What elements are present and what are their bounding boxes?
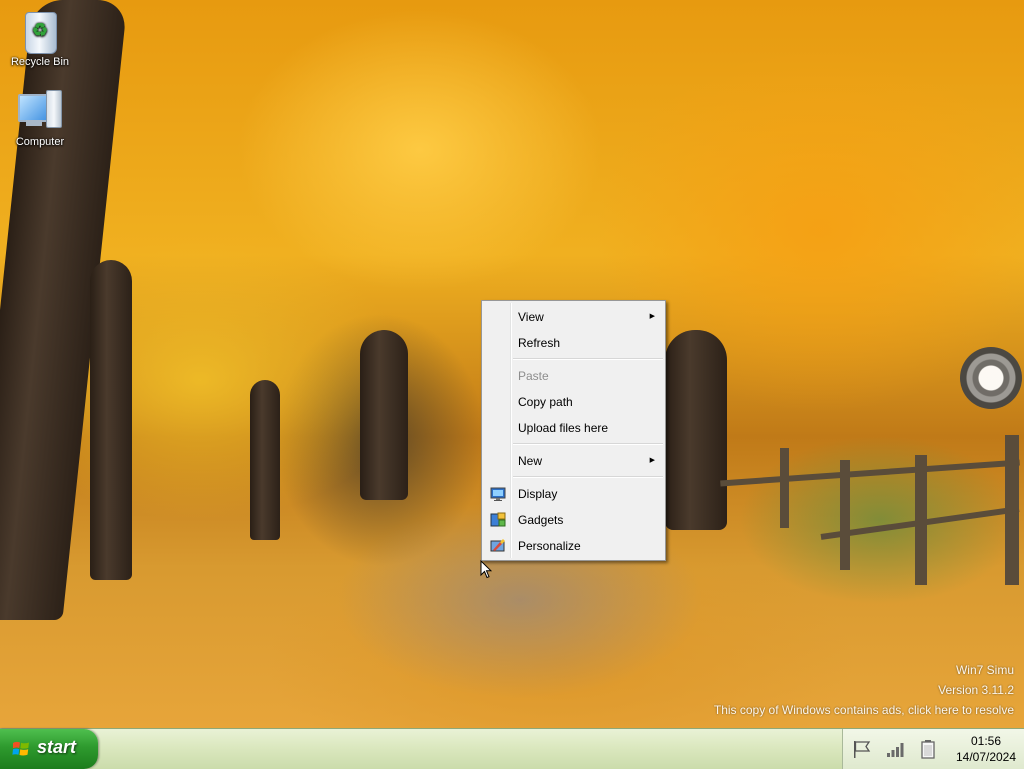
- wallpaper-tree-trunk: [90, 260, 132, 580]
- battery-icon[interactable]: [917, 739, 939, 759]
- assistive-touch-button[interactable]: [960, 347, 1022, 409]
- menu-item-label: New: [518, 454, 543, 468]
- personalize-icon: [490, 539, 505, 552]
- menu-item-view[interactable]: View ▶: [484, 306, 663, 328]
- wallpaper-fence-post: [1005, 435, 1019, 585]
- menu-item-new[interactable]: New ▶: [484, 450, 663, 472]
- menu-item-copy-path[interactable]: Copy path: [484, 391, 663, 413]
- desktop-icon-label: Recycle Bin: [10, 56, 70, 68]
- gadgets-icon: [490, 512, 506, 527]
- notification-area: 01:56 14/07/2024: [842, 729, 1024, 769]
- menu-item-gadgets[interactable]: Gadgets: [484, 509, 663, 531]
- menu-item-personalize[interactable]: Personalize: [484, 535, 663, 557]
- submenu-arrow-icon: ▶: [649, 457, 655, 464]
- menu-item-label: Copy path: [518, 395, 573, 409]
- computer-icon: [16, 86, 64, 134]
- start-label: start: [37, 737, 77, 757]
- menu-separator: [513, 443, 663, 445]
- menu-item-label: Paste: [518, 369, 549, 383]
- taskbar: start 01:56 14/07/2024: [0, 728, 1024, 769]
- wallpaper-fence-post: [840, 460, 850, 570]
- desktop-context-menu: View ▶ Refresh Paste Copy path Upload fi…: [481, 300, 666, 561]
- desktop-icon-recycle-bin[interactable]: ♻ Recycle Bin: [2, 6, 78, 68]
- menu-item-label: Upload files here: [518, 421, 609, 435]
- clock-date: 14/07/2024: [955, 750, 1017, 764]
- desktop-icon-label: Computer: [15, 136, 65, 148]
- mouse-cursor-icon: [480, 560, 492, 579]
- menu-item-refresh[interactable]: Refresh: [484, 332, 663, 354]
- desktop-icon-computer[interactable]: Computer: [2, 86, 78, 148]
- system-clock[interactable]: 01:56 14/07/2024: [947, 733, 1024, 765]
- display-icon: [490, 487, 506, 501]
- watermark-notice-link[interactable]: This copy of Windows contains ads, click…: [714, 700, 1014, 720]
- start-button[interactable]: start: [0, 729, 98, 769]
- wallpaper-tree-trunk: [250, 380, 280, 540]
- menu-item-label: Display: [518, 487, 558, 501]
- menu-separator: [513, 358, 663, 360]
- network-signal-icon[interactable]: [885, 739, 907, 759]
- activation-watermark[interactable]: Win7 Simu Version 3.11.2 This copy of Wi…: [714, 660, 1014, 720]
- menu-item-label: View: [518, 310, 544, 324]
- wallpaper-fence: [720, 459, 1020, 487]
- action-center-flag-icon[interactable]: [851, 739, 873, 759]
- recycle-bin-icon: ♻: [16, 6, 64, 54]
- submenu-arrow-icon: ▶: [649, 313, 655, 320]
- wallpaper-fence-post: [915, 455, 927, 585]
- menu-separator: [513, 476, 663, 478]
- desktop[interactable]: ♻ Recycle Bin Computer Win7 Simu Version…: [0, 0, 1024, 728]
- wallpaper-tree-trunk: [665, 330, 727, 530]
- menu-item-paste: Paste: [484, 365, 663, 387]
- menu-item-display[interactable]: Display: [484, 483, 663, 505]
- menu-item-label: Gadgets: [518, 513, 564, 527]
- clock-time: 01:56: [970, 734, 1002, 748]
- menu-item-label: Refresh: [518, 336, 561, 350]
- menu-item-label: Personalize: [518, 539, 581, 553]
- wallpaper-fence-post: [780, 448, 789, 528]
- watermark-product: Win7 Simu: [955, 663, 1014, 677]
- menu-item-upload-files-here[interactable]: Upload files here: [484, 417, 663, 439]
- windows-logo-icon: [12, 741, 29, 756]
- wallpaper-tree-trunk: [360, 330, 408, 500]
- watermark-version: Version 3.11.2: [938, 683, 1014, 697]
